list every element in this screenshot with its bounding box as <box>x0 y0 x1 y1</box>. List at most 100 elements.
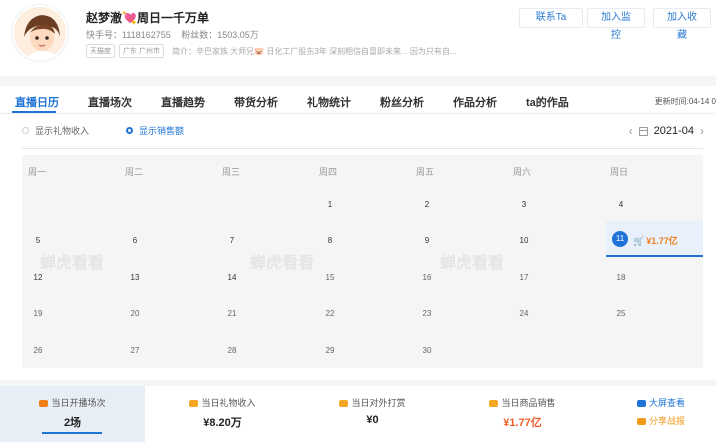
filter-sales-label: 显示销售额 <box>139 126 185 136</box>
tag-verified: 天猫度 <box>86 44 115 58</box>
calendar-day[interactable]: 19 <box>23 309 53 318</box>
stat-value: ¥1.77亿 <box>503 417 542 429</box>
profile-meta: 快手号：1118162755 粉丝数：1503.05万 <box>86 28 267 41</box>
tab-live-calendar[interactable]: 直播日历 <box>15 94 59 110</box>
daily-stats-bar: 当日开播场次 2场 当日礼物收入 ¥8.20万 当日对外打赏 ¥0 当日商品销售… <box>0 386 716 442</box>
calendar-day[interactable]: 25 <box>606 309 636 318</box>
tab-sales-analysis[interactable]: 带货分析 <box>234 94 278 110</box>
tab-live-trend[interactable]: 直播趋势 <box>161 94 205 110</box>
calendar-panel: 显示礼物收入 显示销售额 ‹ 2021-04 › 周一 周二 周三 周四 周五 … <box>0 114 716 380</box>
fans-count: 粉丝数：1503.05万 <box>181 30 259 40</box>
calendar-day[interactable]: 3 <box>509 200 539 209</box>
calendar-day[interactable]: 20 <box>120 309 150 318</box>
profile-intro: 简介：辛巴家族 大师兄🐷 日化工厂股东3年 深刻相信自冒即未来... 因为只有自… <box>171 46 457 56</box>
cart-icon <box>489 400 499 408</box>
calendar-day[interactable]: 7 <box>217 236 247 245</box>
share-report-link[interactable]: 分享战报 <box>637 414 685 427</box>
stat-gift-income[interactable]: 当日礼物收入 ¥8.20万 <box>150 386 295 442</box>
stat-label: 当日商品销售 <box>450 396 595 409</box>
page: 赵梦澈💘周日一千万单 快手号：1118162755 粉丝数：1503.05万 天… <box>0 0 716 442</box>
calendar-day[interactable]: 15 <box>315 273 345 282</box>
chevron-left-icon[interactable]: ‹ <box>629 124 633 138</box>
avatar[interactable] <box>12 5 68 61</box>
calendar-day[interactable]: 23 <box>412 309 442 318</box>
calendar-day[interactable]: 1 <box>315 200 345 209</box>
calendar-day[interactable]: 26 <box>23 346 53 355</box>
calendar-weekday-header: 周一 周二 周三 周四 周五 周六 周日 <box>22 155 703 185</box>
add-monitor-button[interactable]: 加入监控 <box>587 8 645 41</box>
selected-day-amount: 🛒 ¥1.77亿 <box>633 234 678 247</box>
active-tab-indicator <box>12 111 56 113</box>
calendar-day[interactable]: 9 <box>412 236 442 245</box>
calendar-grid <box>22 155 703 368</box>
filter-gift-income-label: 显示礼物收入 <box>35 126 90 136</box>
calendar-day[interactable]: 16 <box>412 273 442 282</box>
gift-icon <box>339 400 349 408</box>
radio-icon <box>22 127 29 134</box>
weekday-label: 周日 <box>610 167 629 177</box>
gift-icon <box>189 400 199 408</box>
active-stat-indicator <box>42 432 102 434</box>
stat-label: 当日开播场次 <box>0 396 145 409</box>
chevron-right-icon[interactable]: › <box>700 124 704 138</box>
tab-live-sessions[interactable]: 直播场次 <box>88 94 132 110</box>
calendar-day[interactable]: 21 <box>217 309 247 318</box>
calendar-day[interactable]: 2 <box>412 200 442 209</box>
calendar-day[interactable]: 22 <box>315 309 345 318</box>
play-icon <box>39 400 49 408</box>
calendar-day[interactable]: 14 <box>217 273 247 282</box>
add-collect-button[interactable]: 加入收藏 <box>653 8 711 41</box>
monitor-icon <box>637 400 646 408</box>
share-icon <box>637 418 646 426</box>
update-time: 更新时间:04-14 0 <box>654 97 716 106</box>
tab-bar: 直播日历 直播场次 直播趋势 带货分析 礼物统计 粉丝分析 作品分析 ta的作品… <box>0 86 716 114</box>
radio-checked-icon <box>126 127 133 134</box>
calendar-day[interactable]: 28 <box>217 346 247 355</box>
tab-fans-analysis[interactable]: 粉丝分析 <box>380 94 424 110</box>
month-navigator: ‹ 2021-04 › <box>629 124 704 138</box>
contact-button[interactable]: 联系Ta <box>519 8 583 28</box>
selected-day-amount-value: ¥1.77亿 <box>646 236 678 246</box>
calendar-day[interactable]: 27 <box>120 346 150 355</box>
tab-works-analysis[interactable]: 作品分析 <box>453 94 497 110</box>
big-screen-link[interactable]: 大屏查看 <box>637 396 685 409</box>
cart-icon: 🛒 <box>633 236 645 246</box>
stat-value: ¥0 <box>366 414 379 426</box>
profile-header: 赵梦澈💘周日一千万单 快手号：1118162755 粉丝数：1503.05万 天… <box>0 0 716 76</box>
weekday-label: 周三 <box>222 167 241 177</box>
stat-value: 2场 <box>63 417 82 429</box>
stat-value: ¥8.20万 <box>203 417 242 429</box>
calendar-icon[interactable] <box>638 126 648 136</box>
calendar-day[interactable]: 10 <box>509 236 539 245</box>
calendar-day[interactable]: 12 <box>23 273 53 282</box>
tag-location: 广东 广州市 <box>119 44 164 58</box>
calendar-day[interactable]: 17 <box>509 273 539 282</box>
stat-label: 当日礼物收入 <box>150 396 295 409</box>
avatar-image <box>14 7 66 59</box>
filter-gift-income[interactable]: 显示礼物收入 <box>22 124 89 137</box>
weekday-label: 周五 <box>416 167 435 177</box>
anchor-name: 赵梦澈💘周日一千万单 <box>86 11 209 25</box>
calendar-day[interactable]: 8 <box>315 236 345 245</box>
calendar-day[interactable]: 13 <box>120 273 150 282</box>
divider <box>22 148 703 149</box>
calendar-day[interactable]: 18 <box>606 273 636 282</box>
calendar-day[interactable]: 6 <box>120 236 150 245</box>
current-month[interactable]: 2021-04 <box>654 125 694 137</box>
tab-gift-stats[interactable]: 礼物统计 <box>307 94 351 110</box>
stat-product-sales[interactable]: 当日商品销售 ¥1.77亿 <box>450 386 595 442</box>
tab-ta-works[interactable]: ta的作品 <box>526 94 569 110</box>
selected-day-badge[interactable]: 11 <box>612 231 628 247</box>
filter-sales[interactable]: 显示销售额 <box>126 124 184 137</box>
stat-live-sessions[interactable]: 当日开播场次 2场 <box>0 386 145 442</box>
calendar-day[interactable]: 24 <box>509 309 539 318</box>
weekday-label: 周四 <box>319 167 338 177</box>
profile-tags: 天猫度 广东 广州市 简介：辛巴家族 大师兄🐷 日化工厂股东3年 深刻相信自冒即… <box>86 44 457 58</box>
calendar-day[interactable]: 30 <box>412 346 442 355</box>
stat-external-tips[interactable]: 当日对外打赏 ¥0 <box>300 386 445 442</box>
calendar-day[interactable]: 4 <box>606 200 636 209</box>
weekday-label: 周二 <box>125 167 144 177</box>
stat-label: 当日对外打赏 <box>300 396 445 409</box>
calendar-day[interactable]: 29 <box>315 346 345 355</box>
calendar-day[interactable]: 5 <box>23 236 53 245</box>
